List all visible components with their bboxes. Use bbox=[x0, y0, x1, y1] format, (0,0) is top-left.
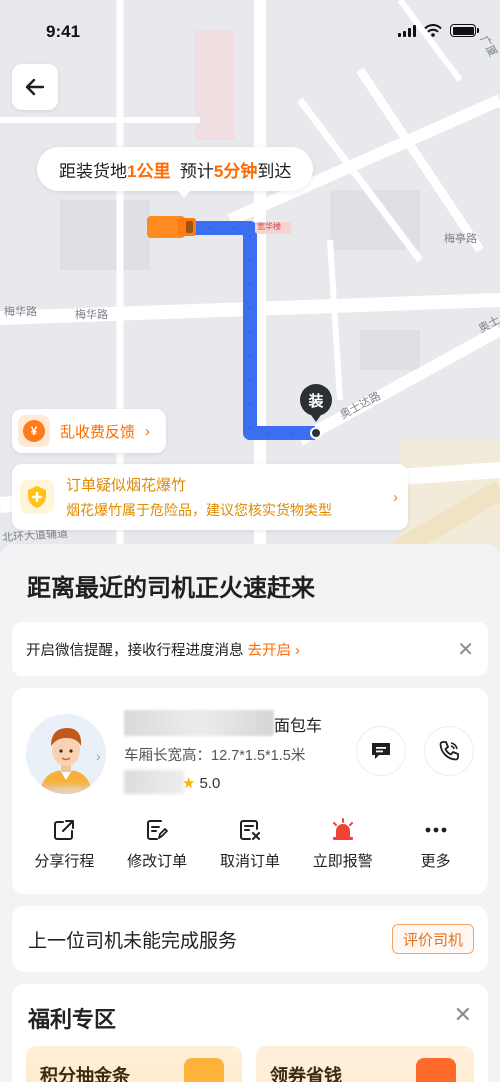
status-time: 9:41 bbox=[46, 22, 81, 41]
warning-title: 订单疑似烟花爆竹 bbox=[66, 477, 187, 494]
action-label: 立即报警 bbox=[312, 853, 373, 870]
action-label: 取消订单 bbox=[219, 853, 280, 870]
back-button[interactable] bbox=[12, 64, 58, 110]
close-icon[interactable]: ✕ bbox=[457, 637, 474, 662]
street-label: 梅华路 bbox=[75, 309, 108, 321]
driver-card: › 面包车 车厢长宽高：12.7*1.5*1.5米 ★ 5.0 分享行程 修改订… bbox=[12, 688, 488, 894]
chevron-right-icon: › bbox=[96, 748, 101, 764]
chat-icon bbox=[372, 743, 390, 759]
eta-suffix: 到达 bbox=[257, 161, 292, 181]
alarm-button[interactable]: 立即报警 bbox=[299, 818, 387, 871]
truck-icon bbox=[147, 216, 196, 238]
tile-label: 积分抽金条 bbox=[40, 1066, 130, 1082]
eta-minutes: 5分钟 bbox=[213, 161, 258, 181]
enable-wechat-link[interactable]: 去开启 › bbox=[248, 639, 300, 660]
yuan-icon-glyph: ¥ bbox=[23, 420, 45, 442]
gold-bar-icon bbox=[184, 1058, 224, 1082]
chevron-right-icon: › bbox=[393, 488, 398, 506]
message-button[interactable] bbox=[356, 726, 406, 776]
previous-driver-card: 上一位司机未能完成服务 评价司机 bbox=[12, 906, 488, 972]
yuan-icon: ¥ bbox=[18, 415, 50, 447]
driver-name-redacted bbox=[124, 770, 184, 794]
eta-bubble: 距装货地 1公里 预计 5分钟 到达 bbox=[37, 147, 314, 198]
alarm-icon bbox=[332, 818, 353, 840]
phone-icon bbox=[439, 741, 459, 761]
poi-label: 宽华楼 bbox=[257, 222, 281, 231]
page-title: 距离最近的司机正火速赶来 bbox=[27, 575, 315, 602]
driver-avatar-illustration bbox=[26, 714, 106, 794]
call-button[interactable] bbox=[424, 726, 474, 776]
eta-prefix: 距装货地 bbox=[59, 161, 127, 181]
arrow-left-icon bbox=[25, 78, 45, 96]
enable-wechat-label: 去开启 bbox=[247, 642, 292, 659]
chevron-right-icon: › bbox=[145, 422, 151, 440]
points-lottery-tile[interactable]: 积分抽金条 bbox=[26, 1046, 242, 1082]
coupon-tile[interactable]: 领券省钱 bbox=[256, 1046, 474, 1082]
signal-icon bbox=[398, 24, 416, 37]
share-trip-button[interactable]: 分享行程 bbox=[20, 818, 108, 871]
more-button[interactable]: 更多 bbox=[392, 818, 480, 871]
avatar[interactable] bbox=[26, 714, 106, 794]
welfare-section: 福利专区 ✕ 积分抽金条 领券省钱 bbox=[12, 984, 488, 1082]
cargo-size: 车厢长宽高：12.7*1.5*1.5米 bbox=[124, 748, 306, 764]
rate-driver-button[interactable]: 评价司机 bbox=[391, 924, 474, 954]
wifi-icon bbox=[424, 24, 442, 37]
cargo-warning-banner[interactable]: 订单疑似烟花爆竹 烟花爆竹属于危险品，建议您核实货物类型 › bbox=[12, 464, 408, 530]
coupon-icon bbox=[416, 1058, 456, 1082]
action-label: 更多 bbox=[420, 853, 451, 870]
street-label: 梅华路 bbox=[4, 306, 37, 318]
rating-value: 5.0 bbox=[199, 775, 221, 792]
close-icon[interactable]: ✕ bbox=[454, 1002, 472, 1028]
status-bar: 9:41 bbox=[0, 0, 500, 60]
eta-mid: 预计 bbox=[179, 161, 214, 181]
welfare-title: 福利专区 bbox=[28, 1007, 117, 1032]
plate-number-redacted bbox=[124, 710, 274, 736]
action-label: 分享行程 bbox=[34, 853, 95, 870]
wechat-notice-bar: 开启微信提醒，接收行程进度消息 去开启 › ✕ bbox=[12, 622, 488, 676]
vehicle-type: 面包车 bbox=[274, 718, 323, 735]
fee-feedback-chip[interactable]: ¥ 乱收费反馈 › bbox=[12, 409, 167, 453]
edit-order-icon bbox=[147, 820, 169, 840]
eta-distance: 1公里 bbox=[127, 161, 171, 181]
order-status-sheet: 距离最近的司机正火速赶来 开启微信提醒，接收行程进度消息 去开启 › ✕ › 面… bbox=[0, 544, 500, 1082]
tile-label: 领券省钱 bbox=[270, 1066, 342, 1082]
action-label: 修改订单 bbox=[127, 853, 188, 870]
street-label: 梅亭路 bbox=[444, 233, 477, 245]
more-icon bbox=[425, 827, 446, 833]
load-location-pin[interactable]: 装 bbox=[300, 384, 332, 422]
previous-driver-text: 上一位司机未能完成服务 bbox=[28, 930, 238, 952]
warning-desc: 烟花爆竹属于危险品，建议您核实货物类型 bbox=[66, 502, 332, 518]
shield-plus-icon bbox=[20, 480, 54, 514]
cancel-order-icon bbox=[239, 820, 260, 840]
edit-order-button[interactable]: 修改订单 bbox=[113, 818, 201, 871]
driver-rating: ★ 5.0 bbox=[182, 774, 220, 792]
battery-icon bbox=[450, 24, 479, 37]
notice-text: 开启微信提醒，接收行程进度消息 bbox=[26, 642, 244, 659]
star-icon: ★ bbox=[182, 775, 196, 792]
order-actions: 分享行程 修改订单 取消订单 立即报警 更多 bbox=[12, 818, 488, 871]
cancel-order-button[interactable]: 取消订单 bbox=[206, 818, 294, 871]
share-icon bbox=[54, 820, 75, 840]
fee-feedback-label: 乱收费反馈 bbox=[60, 423, 136, 441]
